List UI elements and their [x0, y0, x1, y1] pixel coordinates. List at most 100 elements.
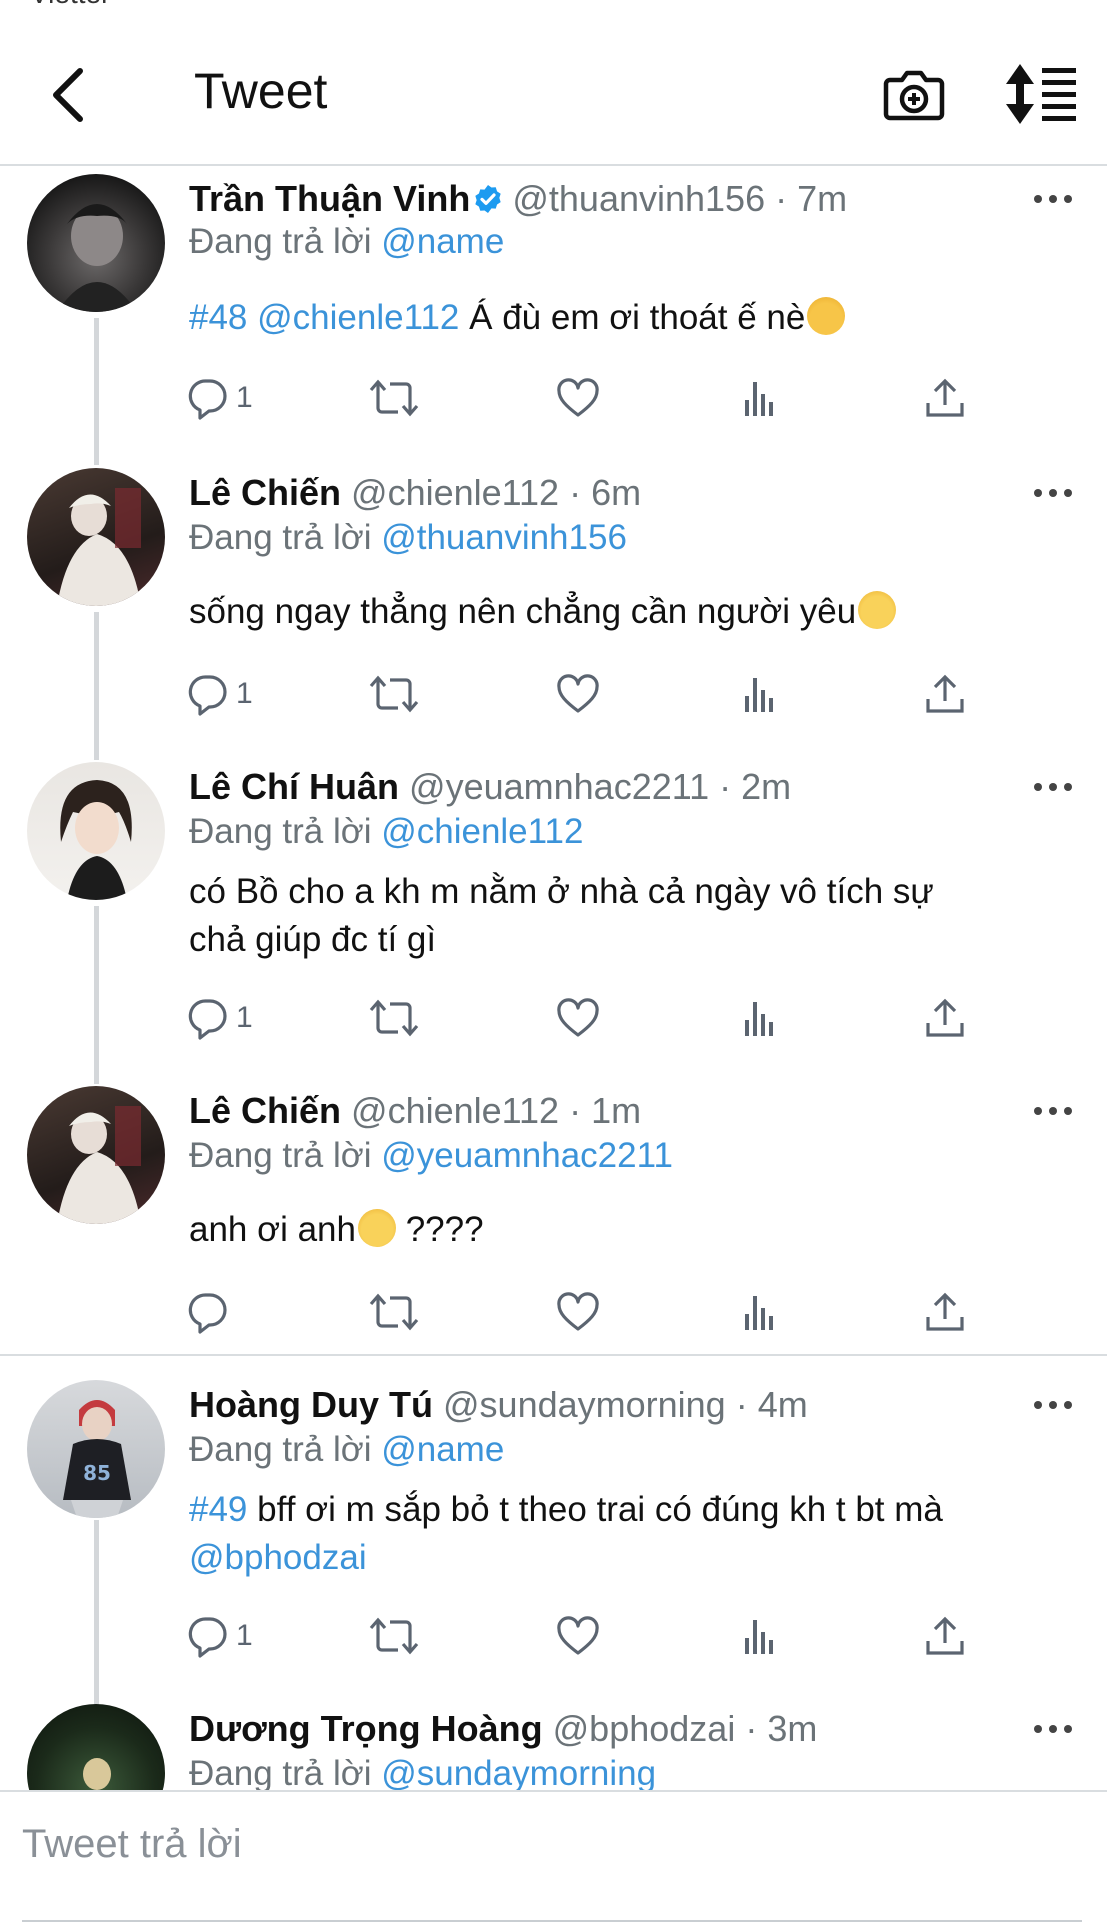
mention-link[interactable]: @bphodzai [189, 1538, 367, 1577]
retweet-icon [369, 999, 419, 1037]
avatar[interactable] [27, 1086, 165, 1224]
reply-icon [188, 1293, 227, 1334]
reply-button[interactable]: 1 [186, 664, 253, 724]
exploding-head-emoji-icon [807, 297, 846, 335]
retweet-icon [369, 675, 419, 713]
back-button[interactable] [38, 60, 98, 130]
more-options-button[interactable] [1028, 1096, 1078, 1126]
analytics-button[interactable] [743, 1282, 779, 1342]
tweet-actions: 1 [0, 1606, 1107, 1666]
timestamp[interactable]: 4m [758, 1384, 808, 1425]
more-dots-icon [1034, 195, 1072, 203]
handle[interactable]: @yeuamnhac2211 [409, 766, 709, 807]
like-button[interactable] [556, 988, 600, 1048]
analytics-button[interactable] [743, 1606, 779, 1666]
more-options-button[interactable] [1028, 478, 1078, 508]
retweet-button[interactable] [369, 1606, 419, 1666]
handle[interactable]: @thuanvinh156 [512, 178, 765, 219]
camera-button[interactable] [882, 62, 946, 126]
hashtag-link[interactable]: #48 [189, 298, 247, 337]
share-button[interactable] [924, 664, 966, 724]
share-icon [926, 378, 964, 417]
display-name[interactable]: Lê Chí Huân [189, 766, 399, 807]
timestamp[interactable]: 6m [591, 472, 641, 513]
more-options-button[interactable] [1028, 1390, 1078, 1420]
reply-button[interactable] [186, 1282, 236, 1342]
more-options-button[interactable] [1028, 184, 1078, 214]
display-name[interactable]: Trần Thuận Vinh [189, 178, 470, 219]
mention-link[interactable]: @chienle112 [257, 298, 459, 337]
hashtag-link[interactable]: #49 [189, 1490, 247, 1529]
like-button[interactable] [556, 664, 600, 724]
more-dots-icon [1034, 1107, 1072, 1115]
timestamp[interactable]: 2m [741, 766, 791, 807]
tweet-text: #49 bff ơi m sắp bỏ t theo trai có đúng … [189, 1490, 943, 1577]
reply-icon [188, 1617, 227, 1658]
replying-to: Đang trả lời @thuanvinh156 [189, 518, 627, 557]
timestamp[interactable]: 1m [591, 1090, 641, 1131]
timestamp[interactable]: 3m [767, 1708, 817, 1749]
reply-button[interactable]: 1 [186, 368, 253, 428]
more-options-button[interactable] [1028, 772, 1078, 802]
display-name[interactable]: Hoàng Duy Tú [189, 1384, 433, 1425]
like-button[interactable] [556, 368, 600, 428]
replying-to: Đang trả lời @sundaymorning [189, 1754, 657, 1793]
reply-to-mention[interactable]: @chienle112 [381, 812, 583, 851]
retweet-button[interactable] [369, 988, 419, 1048]
relieved-face-emoji-icon [858, 591, 897, 629]
share-button[interactable] [924, 988, 966, 1048]
sort-replies-button[interactable] [1004, 62, 1080, 126]
heart-icon [557, 674, 599, 713]
reply-button[interactable]: 1 [186, 1606, 253, 1666]
handle[interactable]: @bphodzai [553, 1708, 736, 1749]
tweet-header: Lê Chiến @chienle112 · 6m [189, 472, 642, 513]
share-button[interactable] [924, 1282, 966, 1342]
avatar[interactable]: 85 [27, 1380, 165, 1518]
avatar[interactable] [27, 762, 165, 900]
handle[interactable]: @sundaymorning [443, 1384, 726, 1425]
analytics-button[interactable] [743, 368, 779, 428]
handle[interactable]: @chienle112 [351, 1090, 559, 1131]
more-dots-icon [1034, 1725, 1072, 1733]
retweet-button[interactable] [369, 1282, 419, 1342]
more-options-button[interactable] [1028, 1714, 1078, 1744]
analytics-button[interactable] [743, 664, 779, 724]
tweet-header: Lê Chí Huân @yeuamnhac2211 · 2m [189, 766, 792, 807]
heart-icon [557, 998, 599, 1037]
reply-to-mention[interactable]: @name [381, 222, 504, 261]
share-icon [926, 674, 964, 713]
like-button[interactable] [556, 1282, 600, 1342]
display-name[interactable]: Lê Chiến [189, 472, 341, 513]
retweet-button[interactable] [369, 664, 419, 724]
share-icon [926, 1292, 964, 1331]
share-button[interactable] [924, 368, 966, 428]
reply-to-mention[interactable]: @sundaymorning [381, 1754, 656, 1793]
reply-button[interactable]: 1 [186, 988, 253, 1048]
avatar[interactable] [27, 174, 165, 312]
more-dots-icon [1034, 1401, 1072, 1409]
reply-to-mention[interactable]: @thuanvinh156 [381, 518, 627, 557]
reply-to-mention[interactable]: @yeuamnhac2211 [381, 1136, 673, 1175]
analytics-button[interactable] [743, 988, 779, 1048]
share-icon [926, 998, 964, 1037]
reply-count: 1 [236, 1619, 253, 1652]
reply-to-mention[interactable]: @name [381, 1430, 504, 1469]
share-button[interactable] [924, 1606, 966, 1666]
reply-icon [188, 379, 227, 420]
replying-to: Đang trả lời @name [189, 222, 505, 261]
display-name[interactable]: Dương Trọng Hoàng [189, 1708, 543, 1749]
display-name[interactable]: Lê Chiến [189, 1090, 341, 1131]
carrier-label: Viettel [30, 0, 107, 10]
tweet-text: sống ngay thẳng nên chẳng cần người yêu [189, 588, 1069, 636]
replying-to: Đang trả lời @name [189, 1430, 505, 1469]
reply-input[interactable] [22, 1822, 1082, 1867]
like-button[interactable] [556, 1606, 600, 1666]
retweet-button[interactable] [369, 368, 419, 428]
timestamp[interactable]: 7m [797, 178, 847, 219]
status-bar: Viettel [0, 0, 1107, 14]
avatar[interactable] [27, 468, 165, 606]
heart-icon [557, 1292, 599, 1331]
handle[interactable]: @chienle112 [351, 472, 559, 513]
replying-to: Đang trả lời @chienle112 [189, 812, 584, 851]
tweet-header: Hoàng Duy Tú @sundaymorning · 4m [189, 1384, 808, 1425]
